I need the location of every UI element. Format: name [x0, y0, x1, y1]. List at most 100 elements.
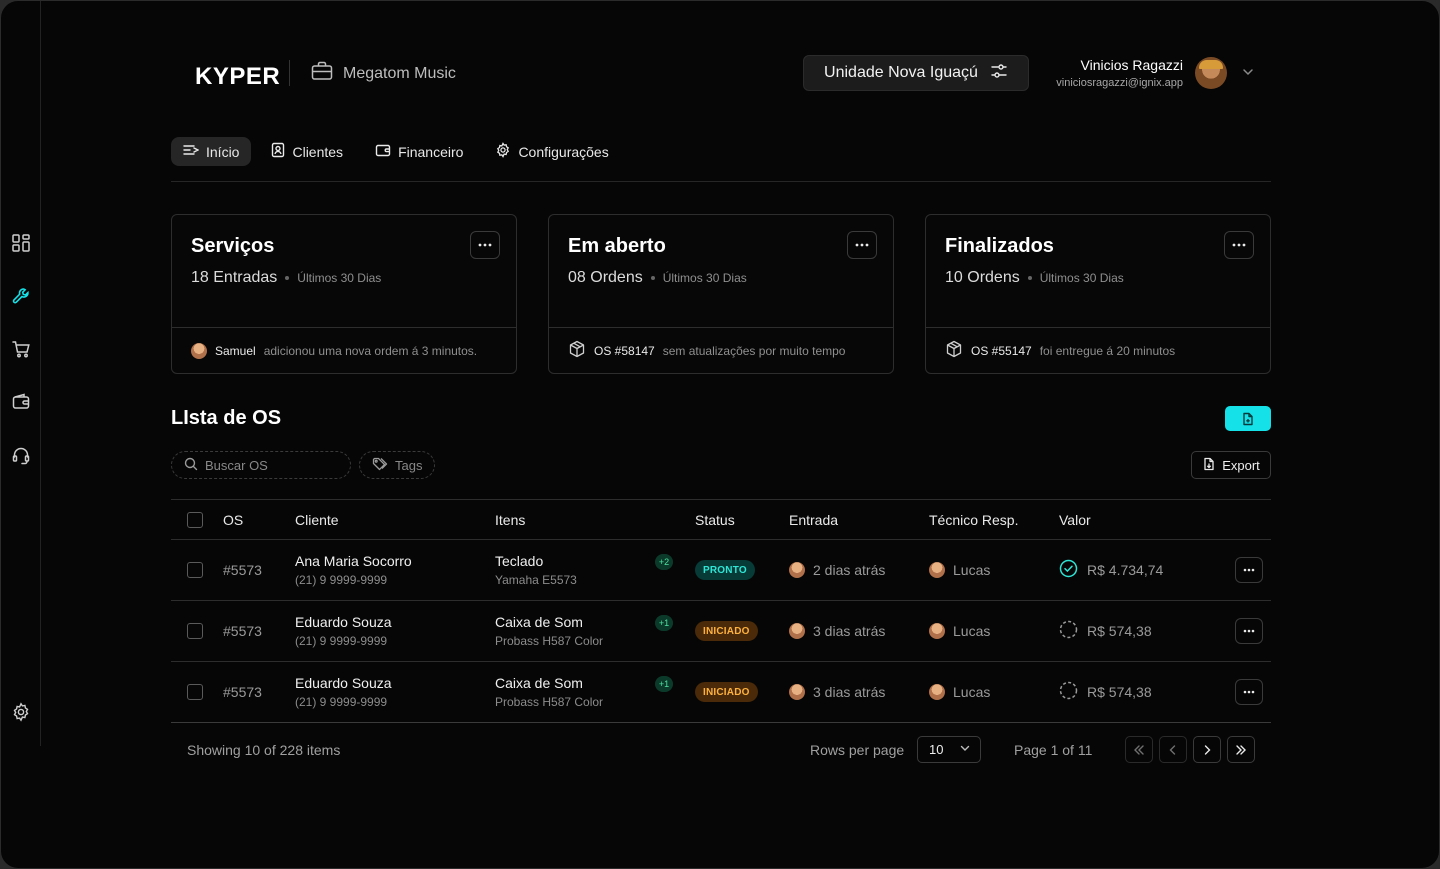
dashboard-icon[interactable]: [11, 233, 31, 253]
org-switcher[interactable]: Megatom Music: [311, 61, 456, 86]
avatar: [789, 562, 805, 578]
avatar: [929, 623, 945, 639]
avatar[interactable]: [1195, 57, 1227, 89]
item-model: Probass H587 Color: [495, 695, 604, 709]
tab-label: Clientes: [292, 143, 344, 160]
row-menu-button[interactable]: [1235, 618, 1263, 644]
export-button[interactable]: Export: [1191, 451, 1271, 479]
search-field[interactable]: [171, 451, 351, 479]
table-row[interactable]: #5573 Eduardo Souza (21) 9 9999-9999 Cai…: [171, 662, 1271, 723]
client-phone: (21) 9 9999-9999: [295, 695, 388, 709]
section-title: LIsta de OS: [171, 407, 282, 429]
tags-filter-button[interactable]: Tags: [359, 451, 435, 479]
tag-icon: [372, 457, 388, 474]
card-period: Últimos 30 Dias: [297, 271, 382, 285]
os-number: #5573: [223, 684, 262, 700]
row-checkbox[interactable]: [187, 623, 203, 639]
search-input[interactable]: [205, 457, 345, 473]
row-checkbox[interactable]: [187, 684, 203, 700]
select-all-checkbox[interactable]: [187, 511, 203, 528]
card-activity: OS #55147 foi entregue á 20 minutos: [926, 327, 1270, 373]
card-title: Serviços: [191, 235, 275, 257]
row-checkbox[interactable]: [187, 562, 203, 578]
chevron-down-icon[interactable]: [1241, 65, 1255, 84]
cart-icon[interactable]: [11, 339, 31, 359]
avatar: [929, 684, 945, 700]
tab-inicio[interactable]: Início: [171, 137, 252, 166]
file-plus-icon: [1243, 412, 1253, 425]
user-menu[interactable]: Vinicios Ragazzi viniciosragazzi@ignix.a…: [1049, 55, 1271, 91]
chevron-left-icon: [1169, 744, 1176, 755]
extra-items-badge[interactable]: +1: [655, 676, 673, 692]
extra-items-badge[interactable]: +1: [655, 615, 673, 631]
col-tech[interactable]: Técnico Resp.: [929, 500, 1018, 539]
client-name: Eduardo Souza: [295, 614, 392, 630]
card-menu-button[interactable]: [1224, 231, 1254, 259]
briefcase-icon: [311, 61, 333, 86]
tab-configuracoes[interactable]: Configurações: [483, 137, 620, 166]
activity-text: foi entregue á 20 minutos: [1039, 343, 1176, 358]
card-period: Últimos 30 Dias: [1039, 271, 1124, 285]
package-icon: [945, 340, 963, 361]
chevron-right-icon: [1204, 744, 1211, 755]
order-value: R$ 574,38: [1087, 623, 1152, 639]
item-cell: Teclado Yamaha E5573: [495, 540, 577, 600]
settings-gear-icon[interactable]: [11, 702, 31, 722]
nav-divider: [171, 181, 1271, 182]
more-horizontal-icon: [1243, 568, 1255, 572]
headset-icon[interactable]: [11, 445, 31, 465]
separator-dot: [1027, 276, 1032, 280]
status-badge: INICIADO: [695, 682, 758, 702]
col-items[interactable]: Itens: [495, 500, 525, 539]
items-count: Showing 10 of 228 items: [187, 742, 341, 758]
more-horizontal-icon: [1243, 690, 1255, 694]
user-name: Vinicios Ragazzi: [1080, 57, 1183, 73]
wrench-icon[interactable]: [11, 286, 31, 306]
col-status[interactable]: Status: [695, 500, 735, 539]
table-row[interactable]: #5573 Eduardo Souza (21) 9 9999-9999 Cai…: [171, 601, 1271, 662]
item-model: Probass H587 Color: [495, 634, 604, 648]
paid-check-icon: [1059, 559, 1078, 581]
activity-text: sem atualizações por muito tempo: [662, 343, 846, 358]
prev-page-button[interactable]: [1159, 736, 1187, 763]
last-page-button[interactable]: [1227, 736, 1255, 763]
card-subtitle: 18 Entradas Últimos 30 Dias: [191, 269, 381, 287]
wallet-icon[interactable]: [11, 392, 31, 412]
header-divider: [289, 60, 290, 86]
separator-dot: [285, 276, 290, 280]
status-badge: INICIADO: [695, 621, 758, 641]
table-row[interactable]: #5573 Ana Maria Socorro (21) 9 9999-9999…: [171, 540, 1271, 601]
col-client[interactable]: Cliente: [295, 500, 339, 539]
card-subtitle: 08 Ordens Últimos 30 Dias: [568, 269, 747, 287]
tab-clientes[interactable]: Clientes: [259, 137, 355, 166]
app-window: KYPER Megatom Music Unidade Nova Iguaçú …: [0, 0, 1440, 869]
client-name: Ana Maria Socorro: [295, 553, 412, 569]
first-page-button[interactable]: [1125, 736, 1153, 763]
client-cell: Ana Maria Socorro (21) 9 9999-9999: [295, 540, 412, 600]
brand-logo[interactable]: KYPER: [195, 63, 280, 91]
activity-subject: OS #55147: [971, 343, 1032, 358]
os-number: #5573: [223, 623, 262, 639]
status-badge: PRONTO: [695, 560, 755, 580]
col-value[interactable]: Valor: [1059, 500, 1091, 539]
avatar: [191, 342, 207, 359]
extra-items-badge[interactable]: +2: [655, 554, 673, 570]
client-name: Eduardo Souza: [295, 675, 392, 691]
order-value: R$ 4.734,74: [1087, 562, 1164, 578]
card-menu-button[interactable]: [470, 231, 500, 259]
col-entry[interactable]: Entrada: [789, 500, 838, 539]
row-menu-button[interactable]: [1235, 679, 1263, 705]
col-os[interactable]: OS: [223, 500, 243, 539]
pending-circle-icon: [1059, 620, 1078, 642]
row-menu-button[interactable]: [1235, 557, 1263, 583]
client-cell: Eduardo Souza (21) 9 9999-9999: [295, 601, 392, 661]
new-document-button[interactable]: [1225, 406, 1271, 431]
table-header: OS Cliente Itens Status Entrada Técnico …: [171, 499, 1271, 540]
card-count: 18 Entradas: [191, 269, 278, 286]
rows-per-page-select[interactable]: 10: [917, 736, 981, 763]
tab-financeiro[interactable]: Financeiro: [363, 137, 475, 166]
page-indicator: Page 1 of 11: [1014, 742, 1093, 758]
next-page-button[interactable]: [1193, 736, 1221, 763]
card-menu-button[interactable]: [847, 231, 877, 259]
unit-selector-button[interactable]: Unidade Nova Iguaçú: [803, 55, 1029, 91]
